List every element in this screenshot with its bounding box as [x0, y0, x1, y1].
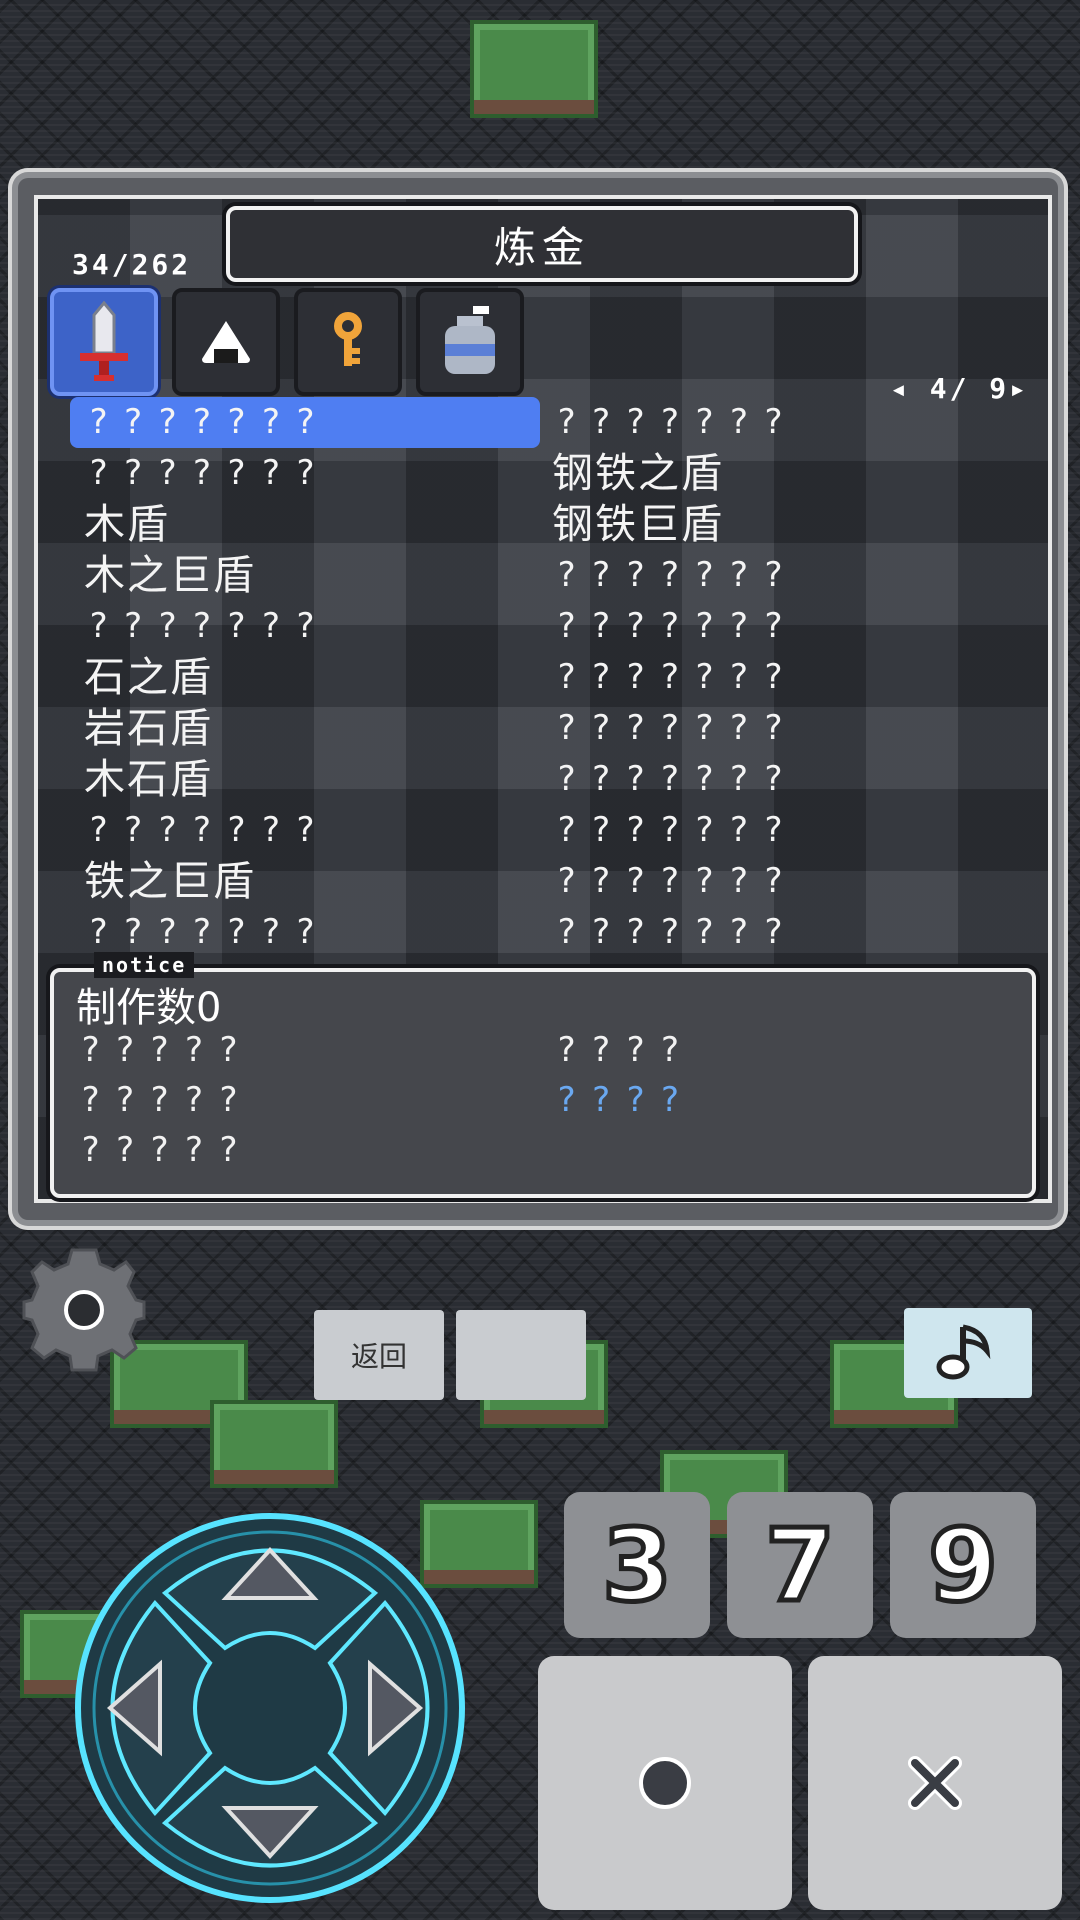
number-button-label: 7 [763, 1504, 838, 1626]
list-item[interactable]: ??????? [538, 601, 1008, 652]
list-item[interactable]: 石之盾 [70, 652, 540, 703]
cross-icon [908, 1756, 962, 1810]
circle-icon [639, 1757, 691, 1809]
list-item[interactable]: ??????? [70, 907, 540, 958]
confirm-button[interactable] [538, 1656, 792, 1910]
list-item[interactable]: 钢铁巨盾 [538, 499, 1008, 550]
list-item[interactable]: ??????? [538, 652, 1008, 703]
list-item[interactable]: 岩石盾 [70, 703, 540, 754]
back-button[interactable]: 返回 [314, 1310, 444, 1400]
panel-title-text: 炼金 [493, 222, 590, 272]
made-count: 制作数0 [76, 985, 222, 1031]
list-item[interactable]: ??????? [538, 397, 1008, 448]
music-note-icon [936, 1324, 991, 1380]
list-item[interactable]: ??????? [70, 448, 540, 499]
cancel-button[interactable] [808, 1656, 1062, 1910]
list-item[interactable]: ??????? [538, 550, 1008, 601]
number-button-7[interactable]: 7 [727, 1492, 873, 1638]
gear-icon[interactable] [18, 1244, 150, 1376]
list-item[interactable]: 木之巨盾 [70, 550, 540, 601]
recipe-line: ????? [80, 1030, 253, 1070]
list-item[interactable]: ??????? [538, 805, 1008, 856]
list-item[interactable]: 钢铁之盾 [538, 448, 1008, 499]
terrain-tile [470, 20, 598, 118]
rice-ball-icon [202, 321, 250, 363]
number-button-9[interactable]: 9 [890, 1492, 1036, 1638]
list-item[interactable]: 铁之巨盾 [70, 856, 540, 907]
collection-count: 34/262 [72, 248, 192, 281]
category-tabs [50, 288, 524, 396]
list-item[interactable]: ??????? [538, 856, 1008, 907]
number-button-3[interactable]: 3 [564, 1492, 710, 1638]
panel-title: 炼金 [226, 206, 858, 282]
dpad [75, 1513, 465, 1903]
list-item[interactable]: ??????? [538, 907, 1008, 958]
tab-keys[interactable] [294, 288, 402, 396]
list-item[interactable]: ??????? [538, 703, 1008, 754]
pot-icon [445, 306, 495, 374]
key-icon [334, 312, 362, 366]
recipe-line: ????? [80, 1130, 253, 1170]
list-item[interactable]: 木石盾 [70, 754, 540, 805]
recipe-line: ???? [556, 1080, 694, 1120]
item-list-left: ??????? ??????? 木盾 木之巨盾 ??????? 石之盾 岩石盾 … [70, 397, 540, 958]
list-item[interactable]: ??????? [70, 601, 540, 652]
recipe-line: ???? [556, 1030, 694, 1070]
sword-icon [80, 300, 128, 381]
music-button[interactable] [904, 1308, 1032, 1398]
blank-button[interactable] [456, 1310, 586, 1400]
list-item[interactable]: ??????? [70, 397, 540, 448]
list-item[interactable]: ??????? [70, 805, 540, 856]
back-button-label: 返回 [350, 1340, 407, 1373]
list-item[interactable]: ??????? [538, 754, 1008, 805]
list-item[interactable]: 木盾 [70, 499, 540, 550]
tab-food[interactable] [172, 288, 280, 396]
tab-materials[interactable] [416, 288, 524, 396]
recipe-line: ????? [80, 1080, 253, 1120]
number-button-label: 9 [926, 1504, 1001, 1626]
number-button-label: 3 [600, 1504, 675, 1626]
item-list-right: ??????? 钢铁之盾 钢铁巨盾 ??????? ??????? ??????… [538, 397, 1008, 958]
terrain-tile [210, 1400, 338, 1488]
tab-weapons[interactable] [50, 288, 158, 396]
